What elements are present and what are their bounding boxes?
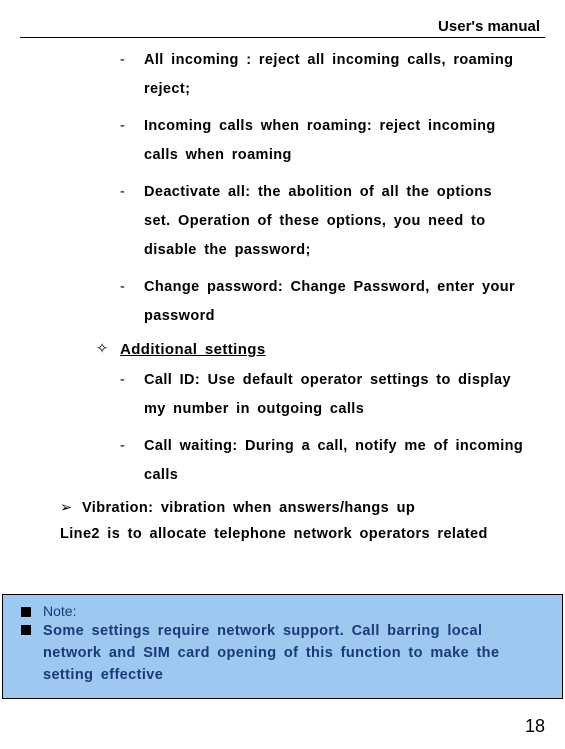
list-item: - Deactivate all: the abolition of all t… — [120, 178, 525, 265]
dash-bullet: - — [120, 366, 144, 424]
dash-bullet: - — [120, 178, 144, 265]
list-item-text: Change password: Change Password, enter … — [144, 273, 525, 331]
square-bullet — [21, 625, 31, 635]
line2-text: Line2 is to allocate telephone network o… — [60, 524, 525, 546]
note-label: Note: — [43, 603, 76, 619]
list-item: - Incoming calls when roaming: reject in… — [120, 112, 525, 170]
dash-bullet: - — [120, 112, 144, 170]
page: User's manual - All incoming : reject al… — [0, 0, 565, 749]
list-item: - Call waiting: During a call, notify me… — [120, 432, 525, 490]
dash-bullet: - — [120, 432, 144, 490]
note-box: Note: Some settings require network supp… — [2, 594, 563, 699]
dash-bullet: - — [120, 46, 144, 104]
note-row: Some settings require network support. C… — [21, 621, 544, 686]
note-row: Note: — [21, 603, 544, 619]
dash-bullet: - — [120, 273, 144, 331]
list-item-text: All incoming : reject all incoming calls… — [144, 46, 525, 104]
arrow-item: ➢ Vibration: vibration when answers/hang… — [60, 498, 525, 518]
header-divider — [20, 37, 545, 38]
arrow-bullet: ➢ — [60, 498, 82, 518]
list-item-text: Incoming calls when roaming: reject inco… — [144, 112, 525, 170]
sub-heading-text: Additional settings — [120, 339, 525, 360]
list-item-text: Deactivate all: the abolition of all the… — [144, 178, 525, 265]
list-item: - All incoming : reject all incoming cal… — [120, 46, 525, 104]
list-item: - Call ID: Use default operator settings… — [120, 366, 525, 424]
sub-heading-item: ✧ Additional settings — [96, 339, 525, 360]
diamond-bullet: ✧ — [96, 339, 120, 360]
list-item: - Change password: Change Password, ente… — [120, 273, 525, 331]
content-area: - All incoming : reject all incoming cal… — [20, 46, 545, 546]
list-item-text: Call waiting: During a call, notify me o… — [144, 432, 525, 490]
arrow-item-text: Vibration: vibration when answers/hangs … — [82, 498, 525, 518]
square-bullet — [21, 607, 31, 617]
note-text: Some settings require network support. C… — [43, 621, 544, 686]
list-item-text: Call ID: Use default operator settings t… — [144, 366, 525, 424]
page-number: 18 — [525, 716, 545, 737]
header-title: User's manual — [20, 18, 545, 35]
